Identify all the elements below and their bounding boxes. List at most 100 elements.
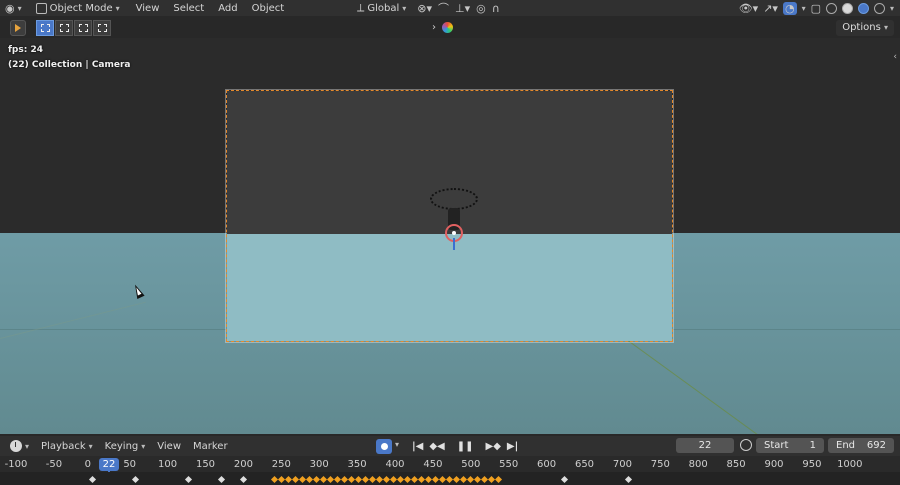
clock-icon <box>10 440 22 452</box>
keyframe-selected[interactable] <box>494 475 503 484</box>
viewport-header: ◉ ▾ Object Mode ▾ View Select Add Object … <box>0 0 900 16</box>
orientation-label: Global <box>367 2 400 14</box>
xray-icon[interactable]: ▢ <box>811 2 821 15</box>
menu-keying[interactable]: Keying ▾ <box>99 436 152 456</box>
ruler-tick-label: 250 <box>271 459 291 470</box>
falloff-icon[interactable]: ∩ <box>492 2 500 15</box>
keying-label: Keying <box>104 440 139 452</box>
current-frame-field[interactable]: 22 <box>676 438 734 453</box>
menu-add[interactable]: Add <box>211 0 244 16</box>
globe-editor-icon: ◉ <box>5 1 15 15</box>
ruler-tick-label: 500 <box>461 459 481 470</box>
gizmo-icon[interactable]: ↗▾ <box>763 2 778 15</box>
snap-icon[interactable]: ⌒ <box>438 0 449 16</box>
menu-playback[interactable]: Playback ▾ <box>35 436 99 456</box>
chevron-down-icon: ▾ <box>883 23 888 32</box>
chevron-down-icon[interactable]: ▾ <box>802 4 806 13</box>
select-extend-icon <box>59 24 69 32</box>
menu-marker[interactable]: Marker <box>187 436 234 456</box>
keyframe[interactable] <box>624 475 633 484</box>
prev-keyframe-icon[interactable]: ◆◀ <box>429 441 444 452</box>
ruler-tick-label: 0 <box>84 459 91 470</box>
auto-keying-button[interactable] <box>376 439 392 454</box>
solid-shading-icon[interactable] <box>841 2 853 14</box>
pivot-icon[interactable]: ⊗▾ <box>417 2 432 15</box>
jump-end-icon[interactable]: ▶| <box>507 441 518 452</box>
tool-settings-row: › Options ▾ <box>0 18 900 38</box>
ruler-tick-label: 750 <box>650 459 670 470</box>
scene-object[interactable] <box>430 188 478 250</box>
keyframe[interactable] <box>217 475 226 484</box>
ruler-tick-label: 600 <box>537 459 557 470</box>
chevron-down-icon: ▾ <box>88 441 93 451</box>
playback-controls: |◀ ◆◀ ❚❚ ▶◆ ▶| <box>412 438 518 454</box>
start-label: Start <box>764 440 789 451</box>
orientation-icon: ⟂ <box>357 1 365 14</box>
object-mode-icon <box>35 2 47 14</box>
snap-target-icon[interactable]: ⊥▾ <box>455 2 470 15</box>
editor-type-button[interactable]: ◉ ▾ <box>0 0 27 16</box>
transform-controls: ⟂ Global ▾ ⊗▾ ⌒ ⊥▾ ◎ ∩ <box>352 0 500 16</box>
keyframe[interactable] <box>131 475 140 484</box>
chevron-down-icon: ▾ <box>141 441 146 451</box>
proportional-edit-icon[interactable]: ◎ <box>476 2 486 15</box>
select-intersect-button[interactable] <box>93 20 111 36</box>
keyframe-summary-row[interactable] <box>0 472 900 485</box>
chevron-down-icon: ▾ <box>115 3 120 13</box>
select-new-button[interactable] <box>36 20 54 36</box>
ruler-tick-label: 200 <box>233 459 253 470</box>
selection-mode-group <box>36 20 111 36</box>
ruler-tick-label: 950 <box>802 459 822 470</box>
rendered-shading-icon[interactable] <box>873 2 885 14</box>
chevron-down-icon[interactable]: ▾ <box>890 4 894 13</box>
select-subtract-button[interactable] <box>74 20 92 36</box>
pause-icon[interactable]: ❚❚ <box>457 441 474 452</box>
mode-dropdown[interactable]: Object Mode ▾ <box>31 0 125 16</box>
active-tool-button[interactable] <box>10 20 26 36</box>
menu-timeline-view[interactable]: View <box>151 436 187 456</box>
start-frame-field[interactable]: Start 1 <box>756 438 824 453</box>
visibility-icon[interactable]: 👁▾ <box>739 2 759 15</box>
frame-ruler[interactable]: -100 -50 0 50 100 150 200 250 300 350 400 450 500 550… <box>0 456 900 472</box>
menu-view[interactable]: View <box>129 0 167 16</box>
end-frame-field[interactable]: End 692 <box>828 438 894 453</box>
keyframe[interactable] <box>239 475 248 484</box>
menu-select[interactable]: Select <box>166 0 211 16</box>
stopwatch-icon[interactable] <box>740 439 752 451</box>
select-extend-button[interactable] <box>55 20 73 36</box>
chevron-down-icon: ▾ <box>25 441 30 451</box>
mode-label: Object Mode <box>49 2 113 14</box>
wireframe-shading-icon[interactable] <box>825 2 837 14</box>
ruler-tick-label: 450 <box>423 459 443 470</box>
ruler-tick-label: -100 <box>4 459 28 470</box>
keyframe[interactable] <box>184 475 193 484</box>
chevron-down-icon[interactable]: ▾ <box>395 440 399 449</box>
options-dropdown[interactable]: Options ▾ <box>836 20 894 36</box>
ruler-tick-label: 350 <box>347 459 367 470</box>
start-value: 1 <box>809 440 816 451</box>
record-icon <box>380 443 388 450</box>
menu-object[interactable]: Object <box>245 0 292 16</box>
options-label: Options <box>842 22 881 33</box>
keyframe[interactable] <box>88 475 97 484</box>
ruler-tick-label: 550 <box>499 459 519 470</box>
playback-label: Playback <box>41 440 86 452</box>
3d-viewport[interactable]: ‹ <box>0 38 900 434</box>
current-frame-indicator[interactable]: 22 <box>99 458 119 471</box>
chevron-right-icon[interactable]: › <box>432 22 436 33</box>
end-value: 692 <box>866 440 886 451</box>
overlays-toggle[interactable]: ◔ <box>782 1 797 15</box>
ruler-tick-label: 100 <box>158 459 178 470</box>
orientation-dropdown[interactable]: ⟂ Global ▾ <box>352 0 411 16</box>
collection-label: (22) Collection | Camera <box>8 60 131 70</box>
material-shading-icon[interactable] <box>857 2 869 14</box>
header-right-controls: 👁▾ ↗▾ ◔ ▾ ▢ ▾ <box>739 0 894 16</box>
chevron-left-icon[interactable]: ‹ <box>893 52 897 62</box>
next-keyframe-icon[interactable]: ▶◆ <box>486 441 501 452</box>
scene-icon[interactable] <box>442 22 453 33</box>
camera-view-ground <box>227 234 672 341</box>
ruler-tick-label: 900 <box>764 459 784 470</box>
jump-start-icon[interactable]: |◀ <box>412 441 423 452</box>
keyframe[interactable] <box>560 475 569 484</box>
timeline-editor-type[interactable]: ▾ <box>0 436 35 456</box>
